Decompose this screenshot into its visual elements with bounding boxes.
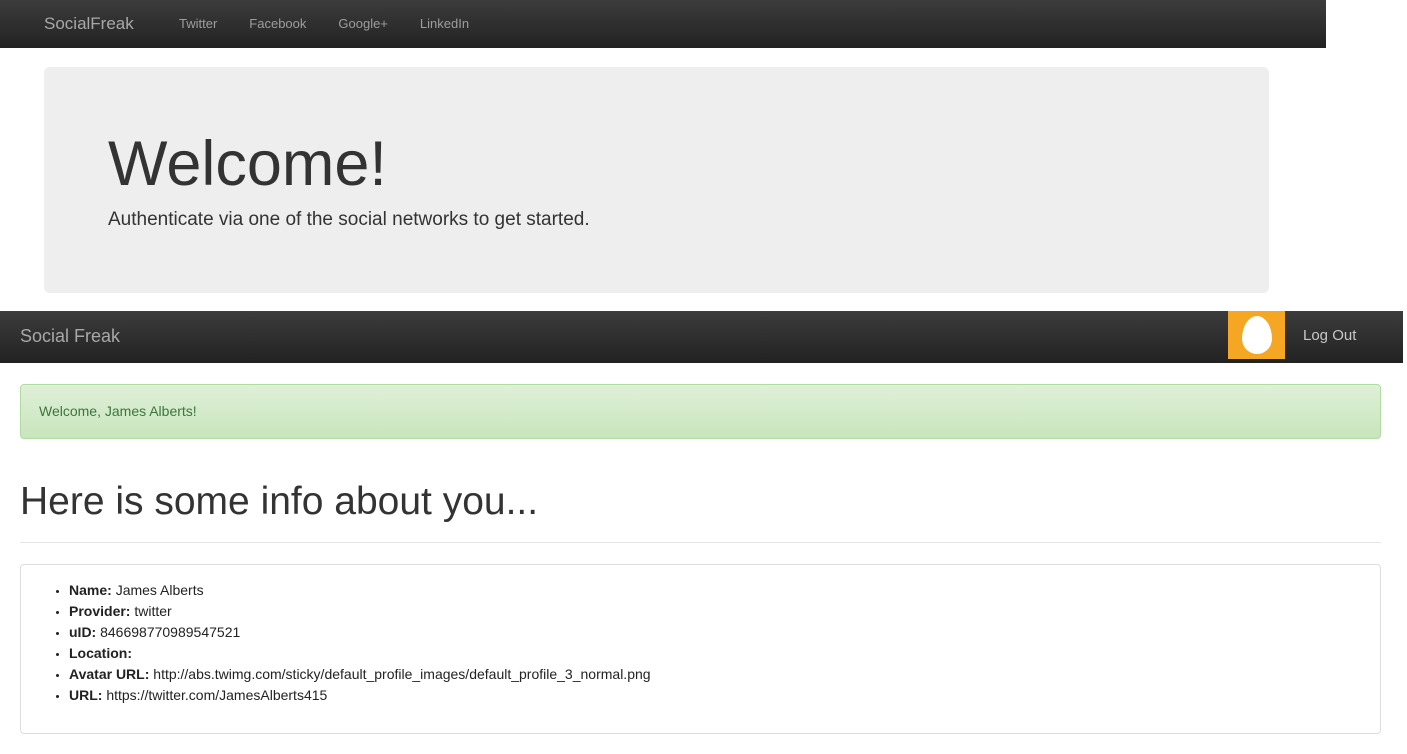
info-panel: Name: James Alberts Provider: twitter uI… (20, 564, 1381, 734)
info-value: twitter (134, 603, 172, 619)
info-value: https://twitter.com/JamesAlberts415 (106, 687, 328, 703)
nav-links: Twitter Facebook Google+ LinkedIn (179, 0, 501, 48)
list-item-uid: uID: 846698770989547521 (69, 622, 651, 643)
page-title: Here is some info about you... (20, 480, 539, 523)
list-item-url: URL: https://twitter.com/JamesAlberts415 (69, 685, 651, 706)
avatar[interactable] (1228, 311, 1285, 359)
twitter-egg-avatar-icon (1241, 316, 1272, 354)
alert-text: Welcome, James Alberts! (39, 403, 197, 419)
info-label: URL: (69, 687, 103, 703)
welcome-alert: Welcome, James Alberts! (20, 384, 1381, 439)
welcome-jumbotron: Welcome! Authenticate via one of the soc… (44, 67, 1269, 293)
profile-navbar: Social Freak Log Out (0, 311, 1403, 363)
brand-link[interactable]: Social Freak (20, 311, 120, 361)
list-item-provider: Provider: twitter (69, 601, 651, 622)
info-label: uID: (69, 624, 97, 640)
logout-button[interactable]: Log Out (1303, 311, 1356, 361)
top-navbar: SocialFreak Twitter Facebook Google+ Lin… (0, 0, 1326, 48)
info-label: Location: (69, 645, 132, 661)
info-value: James Alberts (115, 582, 204, 598)
list-item-name: Name: James Alberts (69, 580, 651, 601)
nav-link-facebook[interactable]: Facebook (249, 0, 306, 48)
list-item-avatar-url: Avatar URL: http://abs.twimg.com/sticky/… (69, 664, 651, 685)
page-header: Here is some info about you... (20, 470, 1381, 543)
info-label: Provider: (69, 603, 131, 619)
info-value: 846698770989547521 (100, 624, 241, 640)
info-label: Avatar URL: (69, 666, 150, 682)
welcome-heading: Welcome! (108, 129, 387, 199)
brand-link[interactable]: SocialFreak (44, 0, 134, 48)
nav-link-twitter[interactable]: Twitter (179, 0, 217, 48)
welcome-text: Authenticate via one of the social netwo… (108, 209, 590, 230)
info-value: http://abs.twimg.com/sticky/default_prof… (153, 666, 651, 682)
nav-link-linkedin[interactable]: LinkedIn (420, 0, 469, 48)
list-item-location: Location: (69, 643, 651, 664)
nav-link-googleplus[interactable]: Google+ (338, 0, 388, 48)
info-label: Name: (69, 582, 112, 598)
info-list: Name: James Alberts Provider: twitter uI… (69, 580, 651, 706)
